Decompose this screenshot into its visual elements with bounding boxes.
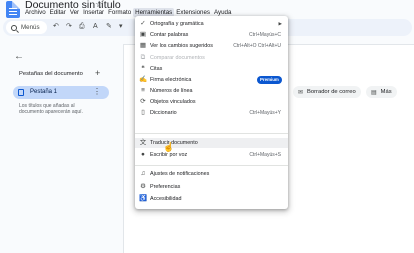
spellcheck-toolbar-icon[interactable]: A (93, 22, 98, 32)
back-arrow-icon[interactable]: ← (14, 51, 24, 62)
docs-logo-icon[interactable] (6, 1, 20, 18)
menu-item-word-count[interactable]: ▣ Contar palabras Ctrl+Mayús+C (135, 30, 288, 40)
premium-badge: Premium (257, 76, 282, 84)
line-numbers-icon: ≡ (141, 87, 145, 94)
menu-item-suggested-edits[interactable]: ▦ Ver los cambios sugeridos Ctrl+Alt+O C… (135, 41, 288, 51)
preferences-icon: ⚙ (140, 183, 146, 190)
search-icon (11, 24, 17, 31)
tools-menu: ✓ Ortografía y gramática ▶ ▣ Contar pala… (135, 16, 288, 209)
menu-formato[interactable]: Formato (106, 8, 133, 17)
submenu-arrow-icon: ▶ (278, 21, 282, 26)
menu-separator (135, 133, 288, 134)
hand-cursor-icon: ☝ (163, 142, 175, 152)
menu-item-compare-documents: ⧉ Comparar documentos (140, 54, 205, 61)
undo-icon[interactable]: ↶ (53, 22, 59, 32)
more-icon: ▤ (371, 89, 377, 96)
accessibility-icon: ♿ (139, 195, 148, 202)
suggested-edits-icon: ▦ (139, 42, 147, 49)
menu-item-citations[interactable]: ❝ Citas (135, 64, 288, 74)
signature-icon: ✍ (139, 76, 148, 83)
email-icon: ✉ (298, 89, 304, 96)
search-menus-button[interactable]: Menús (6, 21, 47, 34)
redo-icon[interactable]: ↷ (66, 22, 72, 32)
menu-item-preferences[interactable]: ⚙ Preferencias (135, 182, 288, 192)
translate-icon: 文 (139, 139, 147, 146)
print-icon[interactable]: ⎙ (79, 22, 85, 32)
menu-separator (135, 165, 288, 166)
menu-editar[interactable]: Editar (48, 8, 68, 17)
menu-insertar[interactable]: Insertar (81, 8, 106, 17)
document-tabs-heading: Pestañas del documento (19, 71, 83, 77)
menu-item-linked-objects[interactable]: ⟳ Objetos vinculados (135, 97, 288, 107)
menu-ver[interactable]: Ver (68, 8, 81, 17)
menu-item-accessibility[interactable]: ♿ Accesibilidad (135, 194, 288, 204)
search-menus-label: Menús (21, 24, 40, 31)
menu-item-esignature[interactable]: ✍ Firma electrónica Premium (135, 75, 288, 85)
more-vert-icon[interactable]: ⋮ (93, 87, 101, 96)
compare-icon: ⧉ (140, 54, 146, 61)
word-count-icon: ▣ (139, 31, 147, 38)
menu-item-dictionary[interactable]: ▯ Diccionario Ctrl+Mayús+Y (135, 108, 288, 118)
menu-item-line-numbers[interactable]: ≡ Números de línea (135, 86, 288, 96)
zoom-icon[interactable]: ▾ (119, 22, 123, 32)
more-chip[interactable]: ▤ Más (366, 86, 397, 98)
spellcheck-icon: ✓ (140, 20, 146, 27)
menu-item-translate-document[interactable]: 文 Traducir documento (135, 138, 288, 148)
tabs-hint-text: Los títulos que añadas al documento apar… (19, 103, 83, 116)
more-label: Más (380, 89, 392, 95)
bell-icon: ♫ (140, 170, 146, 177)
add-tab-icon[interactable]: + (95, 68, 100, 78)
microphone-icon: ● (141, 151, 145, 158)
menu-item-voice-typing[interactable]: ● Escribir por voz Ctrl+Mayús+S (135, 150, 288, 160)
email-draft-chip[interactable]: ✉ Borrador de correo (293, 86, 361, 98)
dictionary-icon: ▯ (141, 109, 145, 116)
linked-objects-icon: ⟳ (140, 98, 146, 105)
tab-item-pestana-1[interactable]: Pestaña 1 ⋮ (13, 86, 109, 99)
quote-icon: ❝ (141, 65, 145, 72)
paint-format-icon[interactable]: ✎ (106, 22, 112, 32)
menu-item-spelling-grammar[interactable]: ✓ Ortografía y gramática ▶ (135, 19, 288, 29)
menu-archivo[interactable]: Archivo (23, 8, 48, 17)
email-draft-label: Borrador de correo (307, 89, 356, 95)
menu-item-notification-settings[interactable]: ♫ Ajustes de notificaciones (135, 169, 288, 179)
tab-label: Pestaña 1 (30, 89, 58, 95)
document-tab-icon (18, 89, 24, 96)
